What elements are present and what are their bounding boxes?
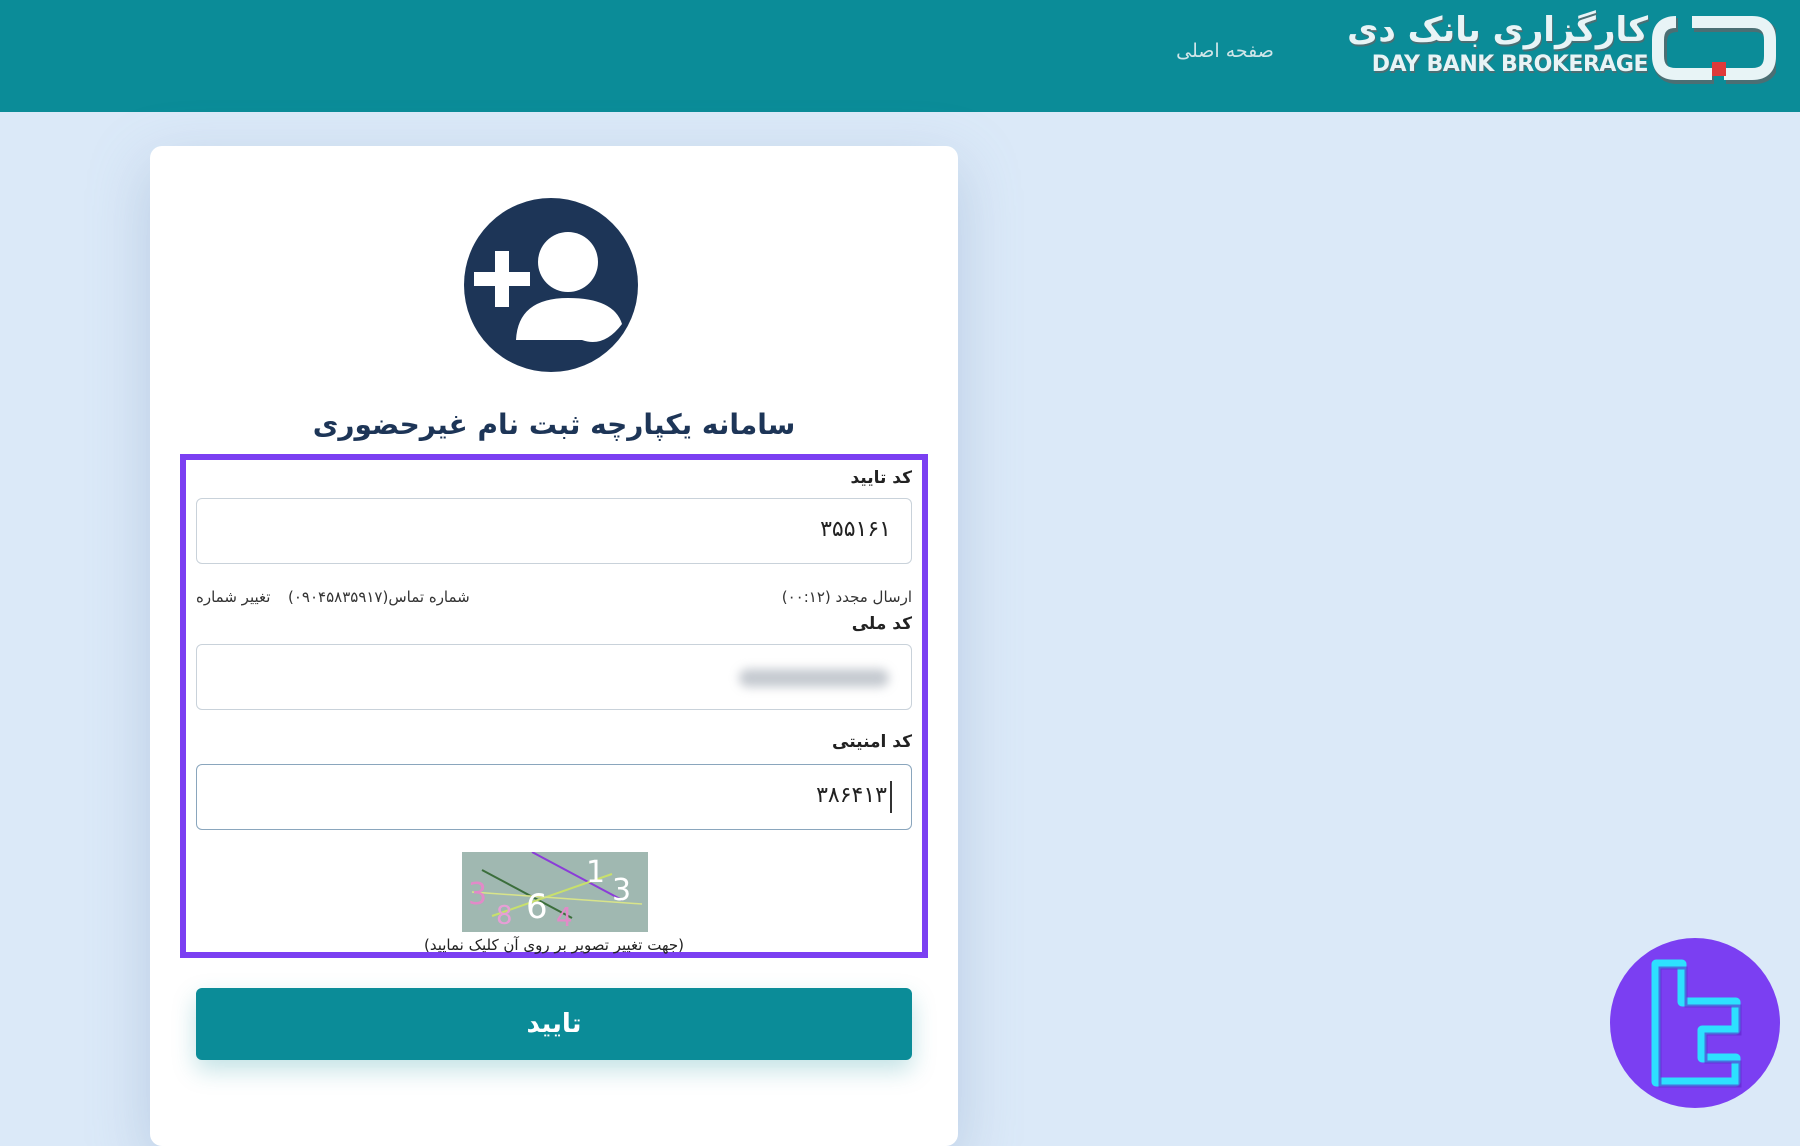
captcha-digit-2: 8	[496, 901, 513, 931]
captcha-digit-5: 1	[586, 855, 605, 890]
captcha-digit-6: 3	[612, 873, 631, 908]
text-caret	[890, 781, 892, 813]
change-number-link[interactable]: تغییر شماره	[196, 588, 270, 606]
redacted-national-code	[739, 669, 889, 687]
brand-name-persian: کارگزاری بانک دی	[1347, 10, 1648, 50]
captcha-digit-1: 3	[468, 877, 487, 912]
contact-number-text: شماره تماس(۰۹۰۴۵۸۳۵۹۱۷)	[288, 588, 470, 606]
security-code-input[interactable]: ۳۸۶۴۱۳	[196, 764, 912, 830]
watermark-logo-icon	[1610, 938, 1780, 1108]
national-code-label: کد ملی	[851, 614, 912, 634]
national-code-input[interactable]	[196, 644, 912, 710]
captcha-digit-4: 4	[556, 903, 573, 932]
add-user-icon	[464, 198, 638, 372]
captcha-digit-3: 6	[526, 887, 548, 927]
security-code-value: ۳۸۶۴۱۳	[816, 783, 887, 808]
captcha-image[interactable]: 3 8 6 4 1 3	[462, 852, 648, 932]
day-bank-logo-icon	[1652, 16, 1776, 84]
captcha-hint: (جهت تغییر تصویر بر روی آن کلیک نمایید)	[423, 936, 685, 954]
security-code-label: کد امنیتی	[832, 732, 912, 752]
verification-code-input[interactable]: ۳۵۵۱۶۱	[196, 498, 912, 564]
verification-code-value: ۳۵۵۱۶۱	[820, 517, 891, 542]
verification-code-label: کد تایید	[850, 468, 912, 488]
top-navigation-bar: صفحه اصلی کارگزاری بانک دی DAY BANK BROK…	[0, 0, 1800, 112]
brand-logo[interactable]: کارگزاری بانک دی DAY BANK BROKERAGE	[1347, 8, 1776, 88]
nav-home-link[interactable]: صفحه اصلی	[1160, 40, 1290, 62]
submit-button[interactable]: تایید	[196, 988, 912, 1060]
form-title: سامانه یکپارچه ثبت نام غیرحضوری	[312, 408, 796, 441]
registration-card: سامانه یکپارچه ثبت نام غیرحضوری کد تایید…	[150, 146, 958, 1146]
resend-code-link[interactable]: ارسال مجدد (۰۰:۱۲)	[782, 588, 912, 606]
brand-name-english: DAY BANK BROKERAGE	[1371, 52, 1649, 77]
